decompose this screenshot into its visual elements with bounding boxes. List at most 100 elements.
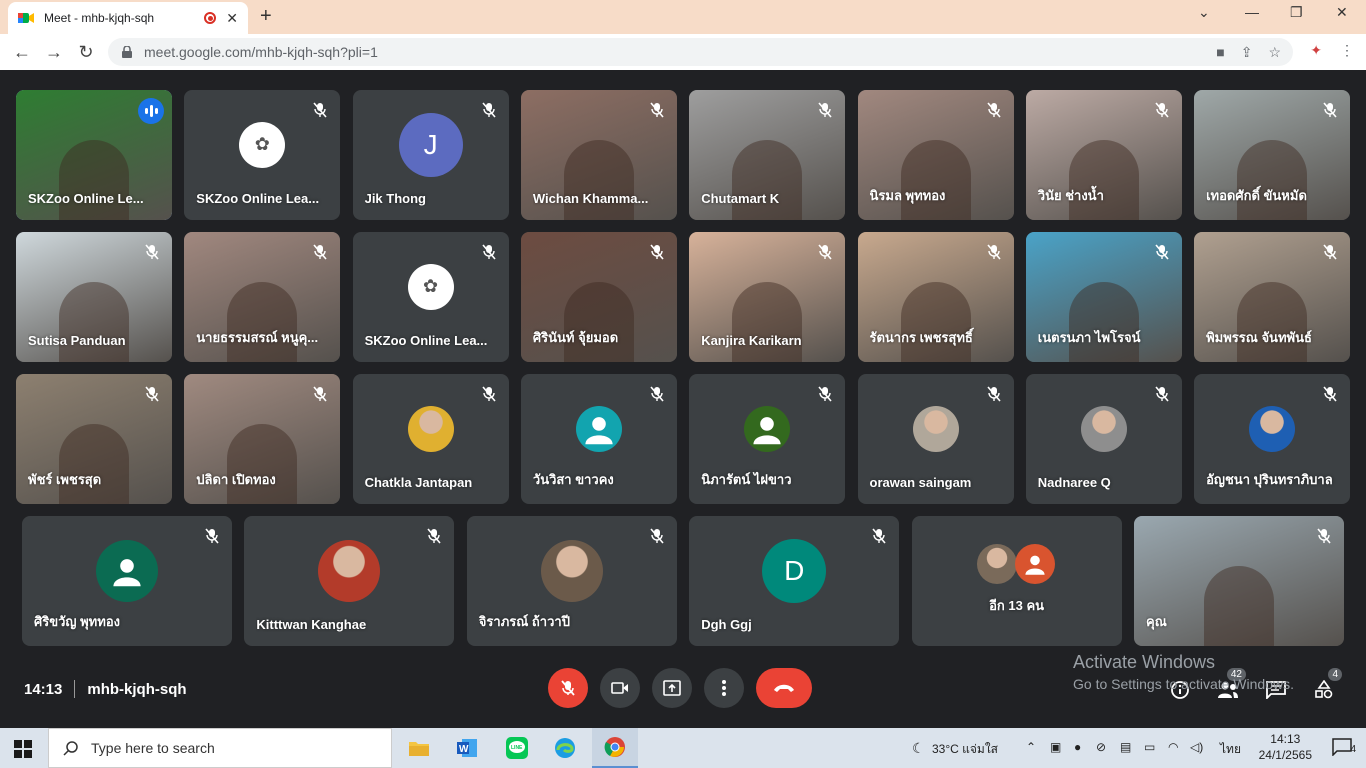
tab-search-icon[interactable]: ⌄ [1198,4,1210,21]
tray-chevron-icon[interactable]: ⌃ [1026,740,1036,754]
browser-tab-meet[interactable]: Meet - mhb-kjqh-sqh ✕ [8,2,248,34]
reload-button[interactable]: ↻ [70,42,102,63]
participant-tile[interactable]: J Jik Thong [352,90,509,220]
avatar-default [575,405,622,452]
participant-tile[interactable]: D Dgh Ggj [689,516,900,646]
volume-icon[interactable]: ◁) [1190,740,1203,754]
avatar-letter: J [398,112,463,177]
close-window-button[interactable]: ✕ [1336,4,1348,21]
avatar-logo: ✿ [407,263,454,310]
share-icon[interactable]: ⇪ [1241,44,1253,61]
new-tab-button[interactable]: + [260,5,272,28]
participant-tile[interactable]: Chatkla Jantapan [352,374,509,504]
url-bar[interactable]: meet.google.com/mhb-kjqh-sqh?pli=1 ■ ⇪ ☆ [108,38,1293,66]
activities-button[interactable]: 4 [1312,668,1342,702]
participant-tile[interactable]: นิรมล พุททอง [857,90,1014,220]
participant-tile[interactable]: Kanjira Karikarn [689,232,846,362]
participant-tile[interactable]: ศิริขวัญ พุททอง [22,516,232,646]
svg-text:W: W [459,744,469,755]
meeting-time: 14:13 [24,680,63,698]
more-avatars [976,544,1057,586]
back-button[interactable]: ← [6,42,38,63]
camera-permission-icon[interactable]: ■ [1216,44,1224,61]
minimize-button[interactable]: — [1245,4,1259,20]
participant-name: เทอดศักดิ์ ขันหมัด [1206,188,1307,203]
participant-silhouette [227,424,298,504]
participant-silhouette [900,140,971,220]
avatar-photo [1249,405,1296,452]
participant-name: Chatkla Jantapan [364,475,473,490]
leave-call-button[interactable] [756,668,812,708]
notifications-button[interactable]: 4 [1332,738,1356,761]
tray-status-icon[interactable]: ⊘ [1096,740,1106,754]
participant-name: นายธรรมสรณ์ หนูคุ... [196,330,319,345]
participant-tile[interactable]: นิภารัตน์ ไฝขาว [689,374,846,504]
participant-tile[interactable]: Chutamart K [689,90,846,220]
participant-silhouette [900,282,971,362]
participant-tile[interactable]: ปลิดา เปิดทอง [184,374,341,504]
participant-tile[interactable]: เทอดศักดิ์ ขันหมัด [1194,90,1351,220]
participant-tile[interactable]: ✿ SKZoo Online Lea... [352,232,509,362]
tray-app-icon[interactable]: ▣ [1050,740,1061,754]
participant-name: SKZoo Online Lea... [196,191,320,206]
participant-tile[interactable]: เนตรนภา ไพโรจน์ [1025,232,1182,362]
notification-icon [1332,738,1352,757]
participant-silhouette [1204,566,1274,646]
forward-button[interactable]: → [38,42,70,63]
participant-name: พิมพรรณ จันทพันธ์ [1206,330,1312,345]
participant-tile[interactable]: คุณ [1134,516,1344,646]
extension-icon[interactable]: ✦ [1310,42,1322,59]
start-button[interactable] [14,740,32,758]
mic-off-icon [986,386,1002,402]
mic-off-icon [481,386,497,402]
mic-off-icon [204,528,220,544]
participant-tile[interactable]: ✿ SKZoo Online Lea... [184,90,341,220]
input-language[interactable]: ไทย [1220,740,1241,759]
edge-app[interactable] [542,728,588,768]
participant-tile[interactable]: พัชร์ เพชรสุด [16,374,172,504]
battery-icon[interactable]: ▭ [1144,740,1155,754]
file-explorer-app[interactable] [396,728,442,768]
tray-monitor-icon[interactable]: ▤ [1120,740,1131,754]
restore-button[interactable]: ❐ [1290,4,1303,21]
wifi-icon[interactable]: ◠ [1168,740,1178,754]
participant-tile[interactable]: Kitttwan Kanghae [244,516,455,646]
participant-tile[interactable]: อัญชนา ปุรินทราภิบาล [1194,374,1351,504]
participant-tile[interactable]: วินัย ช่างน้ำ [1025,90,1182,220]
participant-tile[interactable]: Sutisa Panduan [16,232,172,362]
participant-tile[interactable]: orawan saingam [857,374,1014,504]
weather-text[interactable]: 33°C แจ่มใส [932,740,998,759]
participant-tile[interactable]: จิราภรณ์ ถ้าวาปี [466,516,677,646]
participant-name: ศิรินันท์ จุ้ยมอด [532,330,619,345]
participant-tile[interactable]: อีก 13 คน [911,516,1122,646]
participant-name: อีก 13 คน [989,598,1045,613]
participant-name: อัญชนา ปุรินทราภิบาล [1206,472,1333,487]
participant-tile[interactable]: ศิรินันท์ จุ้ยมอด [520,232,677,362]
participant-tile[interactable]: นายธรรมสรณ์ หนูคุ... [184,232,341,362]
participant-tile[interactable]: Wichan Khamma... [520,90,677,220]
microphone-tray-icon[interactable]: ● [1074,740,1081,754]
participant-tile[interactable]: SKZoo Online Le... [16,90,172,220]
participant-silhouette [59,140,129,220]
camera-toggle-button[interactable] [600,668,640,708]
avatar-default [744,405,791,452]
taskbar-search[interactable]: Type here to search [48,728,392,768]
mic-off-icon [649,244,665,260]
lock-icon [122,46,132,58]
mic-toggle-button[interactable] [548,668,588,708]
mic-off-icon [1316,528,1332,544]
taskbar-clock[interactable]: 14:13 24/1/2565 [1259,731,1312,763]
participant-tile[interactable]: Nadnaree Q [1025,374,1182,504]
chrome-app[interactable] [592,728,638,768]
more-options-button[interactable] [704,668,744,708]
participant-tile[interactable]: พิมพรรณ จันทพันธ์ [1194,232,1351,362]
line-app[interactable]: LINE [494,728,540,768]
bookmark-star-icon[interactable]: ☆ [1268,44,1281,61]
participant-tile[interactable]: รัตนากร เพชรสุทธิ์ [857,232,1014,362]
activities-badge: 4 [1328,668,1342,681]
participant-tile[interactable]: วันวิสา ขาวคง [520,374,677,504]
close-tab-icon[interactable]: ✕ [226,10,238,27]
word-app[interactable]: W [444,728,490,768]
present-screen-button[interactable] [652,668,692,708]
menu-icon[interactable]: ⋮ [1340,42,1354,59]
